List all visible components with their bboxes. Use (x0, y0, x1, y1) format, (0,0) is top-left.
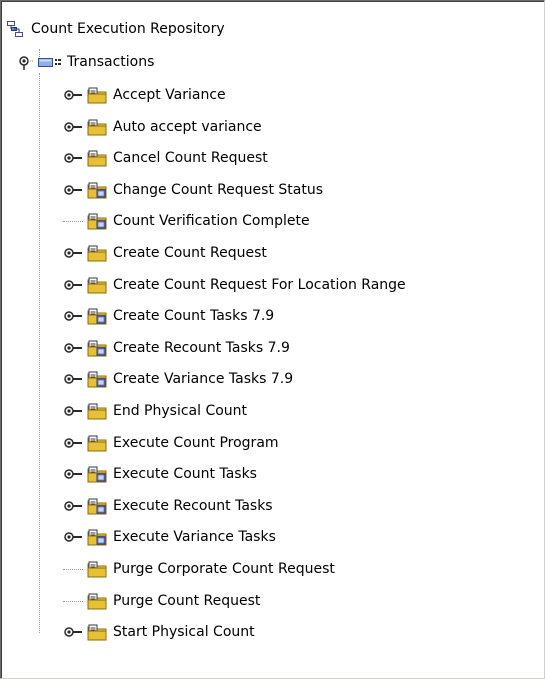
transaction-form-icon (86, 212, 108, 230)
transaction-icon (86, 149, 108, 167)
tree-item-label: Create Count Tasks 7.9 (113, 308, 275, 324)
tree-node-root[interactable]: Count Execution Repository (7, 15, 227, 43)
tree-item-label: Execute Variance Tasks (113, 529, 276, 545)
tree-node-transactions[interactable]: Transactions (19, 48, 156, 76)
collapse-transactions-icon[interactable] (19, 54, 35, 70)
transaction-icon (86, 86, 108, 104)
expand-node-icon[interactable] (63, 529, 83, 545)
transaction-form-icon (86, 181, 108, 199)
tree-item[interactable]: Execute Recount Tasks (63, 492, 275, 520)
tree-connector-line (63, 220, 83, 222)
tree-item-label: Create Recount Tasks 7.9 (113, 340, 290, 356)
expand-node-icon[interactable] (63, 624, 83, 640)
transaction-icon (86, 592, 108, 610)
tree-item[interactable]: Auto accept variance (63, 113, 264, 141)
transactions-label: Transactions (67, 54, 155, 70)
tree-item[interactable]: Purge Count Request (63, 587, 262, 615)
tree-item-label: Auto accept variance (113, 119, 262, 135)
root-label: Count Execution Repository (31, 21, 225, 37)
transaction-icon (86, 118, 108, 136)
transaction-icon (86, 434, 108, 452)
tree-item-label: Execute Count Tasks (113, 466, 257, 482)
tree-item-label: Change Count Request Status (113, 182, 324, 198)
tree-item[interactable]: Create Variance Tasks 7.9 (63, 365, 295, 393)
tree-item-label: Create Count Request For Location Range (113, 277, 406, 293)
transaction-form-icon (86, 528, 108, 546)
tree-line-transactions (39, 73, 40, 633)
transaction-icon (86, 623, 108, 641)
tree-item[interactable]: Change Count Request Status (63, 176, 325, 204)
tree-item[interactable]: Cancel Count Request (63, 144, 270, 172)
tree-item-label: Start Physical Count (113, 624, 255, 640)
tree-item[interactable]: Accept Variance (63, 81, 228, 109)
expand-node-icon[interactable] (63, 150, 83, 166)
expand-node-icon[interactable] (63, 277, 83, 293)
tree-item-label: Create Count Request (113, 245, 267, 261)
transaction-form-icon (86, 307, 108, 325)
transaction-icon (86, 560, 108, 578)
tree-item[interactable]: Execute Variance Tasks (63, 523, 278, 551)
tree-item-label: Execute Count Program (113, 435, 279, 451)
tree-item-label: Purge Count Request (113, 593, 261, 609)
expand-node-icon[interactable] (63, 182, 83, 198)
tree-item[interactable]: Execute Count Tasks (63, 460, 259, 488)
tree-item[interactable]: Execute Count Program (63, 429, 281, 457)
tree-item[interactable]: Count Verification Complete (63, 207, 312, 235)
expand-node-icon[interactable] (63, 87, 83, 103)
tree-connector-line (63, 600, 83, 602)
tree-item[interactable]: Create Count Request (63, 239, 269, 267)
transaction-icon (86, 402, 108, 420)
expand-node-icon[interactable] (63, 498, 83, 514)
expand-node-icon[interactable] (63, 245, 83, 261)
expand-node-icon[interactable] (63, 371, 83, 387)
repository-icon (7, 21, 23, 37)
expand-node-icon[interactable] (63, 403, 83, 419)
transaction-icon (86, 276, 108, 294)
tree-item-label: Cancel Count Request (113, 150, 268, 166)
tree-item[interactable]: Create Recount Tasks 7.9 (63, 334, 292, 362)
transactions-folder-icon (37, 54, 63, 70)
expand-node-icon[interactable] (63, 340, 83, 356)
transaction-icon (86, 244, 108, 262)
transaction-form-icon (86, 497, 108, 515)
expand-node-icon[interactable] (63, 466, 83, 482)
expand-node-icon[interactable] (63, 119, 83, 135)
expand-node-icon[interactable] (63, 308, 83, 324)
transaction-form-icon (86, 465, 108, 483)
transaction-form-icon (86, 339, 108, 357)
tree-item[interactable]: Purge Corporate Count Request (63, 555, 337, 583)
tree-item-label: Purge Corporate Count Request (113, 561, 335, 577)
transaction-form-icon (86, 370, 108, 388)
tree-item-label: Accept Variance (113, 87, 226, 103)
tree-item[interactable]: Create Count Request For Location Range (63, 271, 408, 299)
tree-view-panel: Count Execution Repository Transactions (0, 0, 545, 679)
tree-connector-line (63, 568, 83, 570)
tree-item-label: Count Verification Complete (113, 213, 310, 229)
tree-item[interactable]: End Physical Count (63, 397, 249, 425)
tree-item[interactable]: Create Count Tasks 7.9 (63, 302, 276, 330)
expand-node-icon[interactable] (63, 435, 83, 451)
tree-item[interactable]: Start Physical Count (63, 618, 257, 646)
tree-item-label: End Physical Count (113, 403, 248, 419)
tree-item-label: Execute Recount Tasks (113, 498, 273, 514)
tree-item-label: Create Variance Tasks 7.9 (113, 371, 294, 387)
